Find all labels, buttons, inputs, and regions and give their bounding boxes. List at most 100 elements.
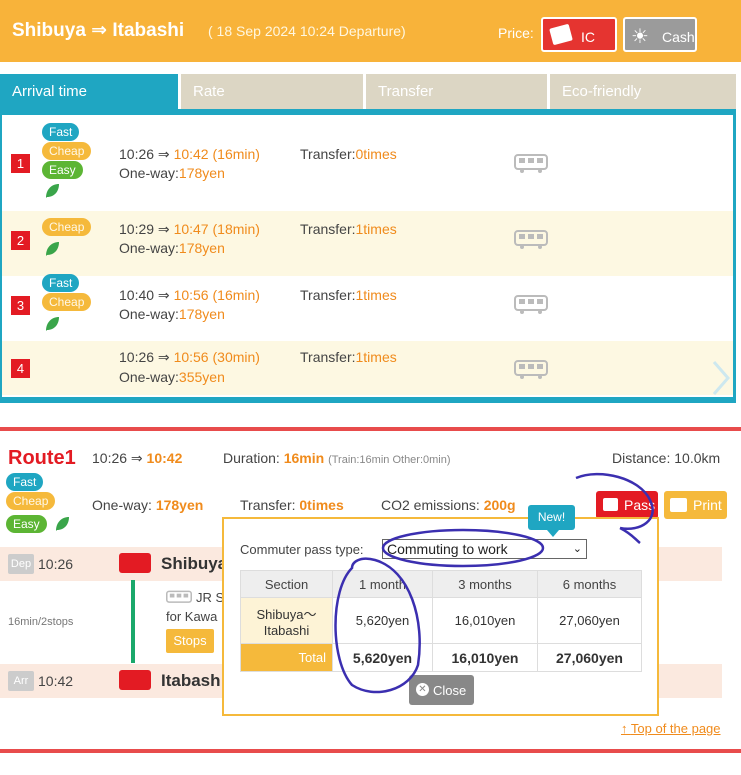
arr-station-name[interactable]: Itabash	[161, 671, 221, 691]
result-number: 3	[11, 296, 30, 315]
result-transfers: Transfer:1times	[300, 287, 397, 303]
route1-transfers: Transfer: 0times	[240, 497, 344, 513]
header-bar: Shibuya ⇒ Itabashi ( 18 Sep 2024 10:24 D…	[0, 0, 741, 62]
chevron-down-icon: ⌄	[572, 543, 582, 555]
result-number: 2	[11, 231, 30, 250]
route1-co2: CO2 emissions: 200g	[381, 497, 516, 513]
train-icon	[166, 590, 192, 603]
table-header: 3 months	[432, 570, 538, 598]
top-link-label: Top of the page	[630, 721, 721, 736]
tab-underline	[0, 109, 736, 115]
pass-label: Pass	[624, 497, 656, 513]
total-6-months: 27,060yen	[537, 643, 642, 672]
route1-title: Route1	[8, 447, 76, 469]
route-title: Shibuya ⇒ Itabashi	[12, 20, 185, 41]
station-icon	[119, 553, 151, 573]
total-3-months: 16,010yen	[432, 643, 538, 672]
pass-price-table: Section 1 month 3 months 6 months Shibuy…	[240, 570, 642, 672]
print-label: Print	[693, 497, 722, 513]
top-of-page-link[interactable]: ↑ Top of the page	[621, 721, 721, 736]
close-button[interactable]: ✕ Close	[409, 675, 474, 705]
dep-time: 10:26	[38, 556, 74, 572]
print-button[interactable]: Print	[664, 491, 727, 519]
eco-leaf-icon	[46, 317, 59, 331]
route1-duration: Duration: 16min (Train:16min Other:0min)	[223, 450, 451, 466]
printer-icon	[670, 498, 687, 512]
badge-cheap: Cheap	[42, 293, 92, 311]
badge-cheap: Cheap	[6, 492, 56, 510]
route1-distance: Distance: 10.0km	[612, 450, 721, 466]
new-badge: New!	[528, 505, 575, 530]
result-times: 10:26 ⇒ 10:42 (16min)	[119, 146, 260, 162]
ic-price-button[interactable]: IC	[541, 17, 617, 52]
badge-fast: Fast	[42, 123, 80, 141]
route-line	[131, 580, 135, 663]
eco-leaf-icon	[46, 242, 59, 256]
scroll-right-chevron-icon[interactable]	[710, 358, 732, 398]
close-icon: ✕	[416, 683, 429, 696]
arr-tag: Arr	[8, 671, 34, 691]
cash-label: Cash	[662, 29, 695, 45]
result-fare: One-way:178yen	[119, 240, 225, 256]
commuter-pass-button[interactable]: Pass	[596, 491, 658, 519]
train-icon	[514, 154, 548, 173]
badge-fast: Fast	[6, 473, 44, 491]
result-row-4[interactable]: 4 10:26 ⇒ 10:56 (30min) One-way:355yen T…	[2, 341, 733, 395]
ic-card-icon	[549, 23, 573, 46]
badge-easy: Easy	[6, 515, 47, 533]
price-1-month: 5,620yen	[332, 597, 433, 644]
result-fare: One-way:178yen	[119, 306, 225, 322]
price-6-months: 27,060yen	[537, 597, 642, 644]
badge-easy: Easy	[42, 161, 83, 179]
table-row: Shibuya～ Itabashi 5,620yen 16,010yen 27,…	[240, 597, 642, 644]
total-label: Total	[240, 643, 333, 672]
table-header: 6 months	[537, 570, 642, 598]
tab-eco-friendly[interactable]: Eco-friendly	[550, 74, 736, 109]
line-direction: for Kawa	[166, 609, 218, 624]
train-icon	[514, 295, 548, 314]
table-total-row: Total 5,620yen 16,010yen 27,060yen	[240, 643, 642, 672]
close-label: Close	[433, 683, 467, 698]
result-transfers: Transfer:1times	[300, 349, 397, 365]
result-fare: One-way:178yen	[119, 165, 225, 181]
price-3-months: 16,010yen	[432, 597, 538, 644]
result-row-2[interactable]: 2 Cheap 10:29 ⇒ 10:47 (18min) One-way:17…	[2, 211, 733, 276]
badge-fast: Fast	[42, 274, 80, 292]
line-name: JR S	[196, 590, 225, 605]
next-route-title-clipped	[8, 762, 78, 775]
result-number: 4	[11, 359, 30, 378]
pass-type-select[interactable]: Commuting to work ⌄	[382, 539, 587, 559]
eco-leaf-icon	[46, 184, 59, 198]
arrow-up-icon: ↑	[621, 721, 628, 736]
tab-transfer[interactable]: Transfer	[366, 74, 547, 109]
new-badge-pointer	[547, 530, 559, 537]
station-icon	[119, 670, 151, 690]
badge-cheap: Cheap	[42, 218, 92, 236]
result-fare: One-way:355yen	[119, 369, 225, 385]
arr-time: 10:42	[38, 673, 74, 689]
section-divider	[0, 749, 741, 753]
coin-bag-icon: ☀	[631, 26, 649, 48]
result-number: 1	[11, 154, 30, 173]
route1-oneway: One-way: 178yen	[92, 497, 204, 513]
result-row-3[interactable]: 3 Fast Cheap 10:40 ⇒ 10:56 (16min) One-w…	[2, 274, 733, 339]
departure-info: ( 18 Sep 2024 10:24 Departure)	[208, 23, 406, 39]
train-icon	[514, 230, 548, 249]
badge-cheap: Cheap	[42, 142, 92, 160]
stops-button[interactable]: Stops	[166, 629, 214, 653]
tab-arrival-time[interactable]: Arrival time	[0, 74, 178, 109]
pass-type-label: Commuter pass type:	[240, 542, 364, 557]
eco-leaf-icon	[56, 517, 69, 531]
section-divider	[0, 427, 741, 431]
result-row-1[interactable]: 1 Fast Cheap Easy 10:26 ⇒ 10:42 (16min) …	[2, 120, 733, 198]
train-icon	[514, 360, 548, 379]
result-times: 10:26 ⇒ 10:56 (30min)	[119, 349, 260, 365]
price-label: Price:	[498, 25, 534, 41]
cash-price-button[interactable]: ☀ Cash	[623, 17, 697, 52]
total-1-month: 5,620yen	[332, 643, 433, 672]
section-cell: Shibuya～ Itabashi	[240, 597, 333, 644]
dep-station-name[interactable]: Shibuya	[161, 554, 227, 574]
table-header-row: Section 1 month 3 months 6 months	[240, 570, 642, 598]
tab-rate[interactable]: Rate	[181, 74, 363, 109]
result-transfers: Transfer:1times	[300, 221, 397, 237]
